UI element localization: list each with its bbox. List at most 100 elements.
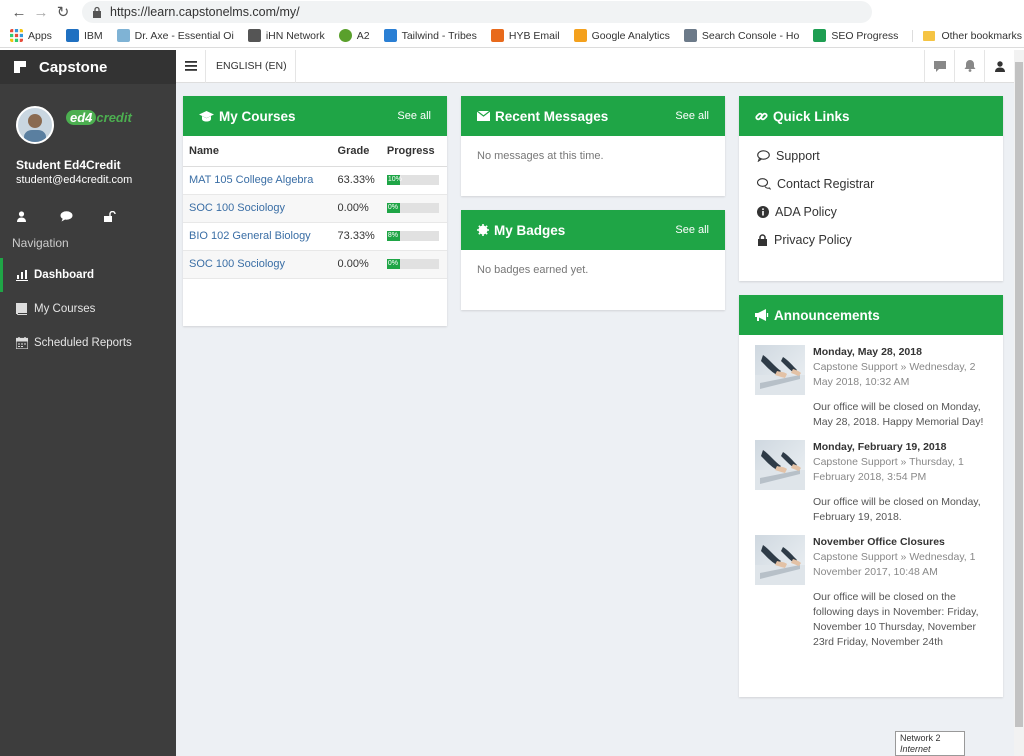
folder-icon (923, 30, 936, 41)
course-progress: 0% (380, 250, 447, 279)
quick-links-header: Quick Links (739, 96, 1003, 136)
recent-messages-header: Recent Messages See all (461, 96, 725, 136)
bookmark-a2[interactable]: A2 (338, 29, 370, 42)
sidebar-item-dashboard[interactable]: Dashboard (0, 258, 176, 292)
user-menu-icon[interactable] (984, 49, 1014, 83)
link-icon (755, 112, 768, 120)
nav-heading: Navigation (12, 236, 69, 250)
typing-hands-icon (755, 450, 805, 490)
ed4credit-logo: ed4 credit (66, 110, 132, 125)
announcements-title: Announcements (774, 307, 880, 323)
lock-icon (758, 234, 767, 246)
bookmark-ibm[interactable]: IBM (65, 29, 103, 42)
messages-icon[interactable] (60, 210, 104, 222)
announcement-item: Monday, May 28, 2018 Capstone Support » W… (739, 335, 1003, 430)
quick-link-contact-registrar[interactable]: Contact Registrar (739, 170, 1003, 198)
bookmark-ihn-network[interactable]: iHN Network (247, 29, 325, 42)
table-row: MAT 105 College Algebra 63.33% 10% (183, 166, 447, 195)
app: Capstone ed4 credit Student Ed4Credit stu… (0, 49, 1024, 756)
other-bookmarks[interactable]: Other bookmarks (912, 29, 1022, 42)
search-console-icon (683, 29, 697, 42)
announcement-item: November Office Closures Capstone Support… (739, 525, 1003, 650)
dashboard-icon (16, 269, 28, 281)
quick-links-title: Quick Links (773, 108, 850, 124)
progress-fill: 8% (386, 231, 400, 241)
announcement-thumbnail (755, 345, 805, 395)
profile-icon[interactable] (16, 210, 60, 222)
bookmarks-bar: Apps IBM Dr. Axe - Essential Oi iHN Netw… (0, 24, 1024, 48)
logout-unlock-icon[interactable] (104, 210, 148, 222)
info-icon (757, 206, 769, 218)
top-right-icons (924, 49, 1014, 83)
course-name-link[interactable]: BIO 102 General Biology (183, 222, 332, 251)
announcement-item: Monday, February 19, 2018 Capstone Suppor… (739, 430, 1003, 525)
back-icon[interactable]: ← (8, 2, 30, 22)
tailwind-icon (383, 29, 397, 42)
top-bar: ENGLISH (EN) (176, 49, 1024, 83)
main-content: ENGLISH (EN) My Courses See all Name Gra… (176, 49, 1024, 756)
course-name-link[interactable]: MAT 105 College Algebra (183, 166, 332, 195)
typing-hands-icon (755, 355, 805, 395)
calendar-icon (16, 337, 28, 349)
user-profile: ed4 credit Student Ed4Credit student@ed4c… (0, 84, 176, 204)
col-name: Name (183, 136, 332, 167)
progress-fill: 10% (386, 175, 402, 185)
bookmark-google-analytics[interactable]: Google Analytics (573, 29, 670, 42)
notifications-bell-icon[interactable] (954, 49, 984, 83)
sidebar-item-scheduled-reports[interactable]: Scheduled Reports (0, 326, 176, 360)
col-progress: Progress (380, 136, 447, 167)
courses-see-all-link[interactable]: See all (397, 110, 431, 122)
chat-icon[interactable] (924, 49, 954, 83)
bookmark-search-console[interactable]: Search Console - Ho (683, 29, 799, 42)
scrollbar-thumb[interactable] (1015, 62, 1023, 727)
typing-hands-icon (755, 545, 805, 585)
announcement-title[interactable]: Monday, May 28, 2018 (813, 345, 989, 360)
bookmark-apps[interactable]: Apps (10, 29, 52, 42)
course-name-link[interactable]: SOC 100 Sociology (183, 194, 332, 223)
bookmark-seo-progress[interactable]: SEO Progress (813, 29, 898, 42)
network-tooltip: Network 2 Internet access (895, 731, 965, 756)
forward-icon[interactable]: → (30, 2, 52, 22)
language-selector[interactable]: ENGLISH (EN) (206, 49, 296, 83)
brand-name: Capstone (39, 58, 108, 76)
menu-toggle-icon[interactable] (176, 49, 206, 83)
sidebar-item-my-courses[interactable]: My Courses (0, 292, 176, 326)
bookmark-dr-axe[interactable]: Dr. Axe - Essential Oi (116, 29, 234, 42)
course-name-link[interactable]: SOC 100 Sociology (183, 250, 332, 279)
announcement-title[interactable]: Monday, February 19, 2018 (813, 440, 989, 455)
announcements-header: Announcements (739, 295, 1003, 335)
table-row: SOC 100 Sociology 0.00% 0% (183, 194, 447, 223)
progress-bar: 10% (386, 175, 439, 185)
quick-link-support[interactable]: Support (739, 142, 1003, 170)
comment-icon (757, 150, 770, 162)
bookmark-hyb-email[interactable]: HYB Email (490, 29, 560, 42)
quick-link-ada-policy[interactable]: ADA Policy (739, 198, 1003, 226)
quick-link-privacy-policy[interactable]: Privacy Policy (739, 226, 1003, 254)
messages-empty-text: No messages at this time. (477, 150, 604, 162)
user-email: student@ed4credit.com (16, 174, 133, 186)
progress-bar: 0% (386, 259, 439, 269)
announcement-meta: Capstone Support » Wednesday, 1 November… (813, 551, 976, 578)
announcement-meta: Capstone Support » Wednesday, 2 May 2018… (813, 361, 976, 388)
quick-links-panel: Quick Links Support Contact Registrar AD… (739, 96, 1003, 281)
avatar[interactable] (16, 106, 54, 144)
course-progress: 8% (380, 222, 447, 251)
announcement-title[interactable]: November Office Closures (813, 535, 989, 550)
reload-icon[interactable]: ↻ (52, 2, 74, 22)
comments-icon (757, 178, 771, 190)
progress-fill: 0% (386, 259, 400, 269)
bookmark-tailwind[interactable]: Tailwind - Tribes (383, 29, 477, 42)
badges-see-all-link[interactable]: See all (675, 224, 709, 236)
my-badges-title: My Badges (494, 222, 566, 238)
announcement-text: Our office will be closed on Monday, Feb… (813, 496, 981, 523)
messages-see-all-link[interactable]: See all (675, 110, 709, 122)
address-bar[interactable]: https://learn.capstonelms.com/my/ (82, 1, 872, 23)
capstone-logo-icon (14, 61, 26, 73)
table-row: BIO 102 General Biology 73.33% 8% (183, 222, 447, 251)
progress-bar: 0% (386, 203, 439, 213)
user-actions (0, 206, 176, 226)
scrollbar[interactable] (1014, 50, 1024, 756)
recent-messages-panel: Recent Messages See all No messages at t… (461, 96, 725, 196)
brand[interactable]: Capstone (0, 50, 176, 84)
sidebar: Capstone ed4 credit Student Ed4Credit stu… (0, 50, 176, 756)
